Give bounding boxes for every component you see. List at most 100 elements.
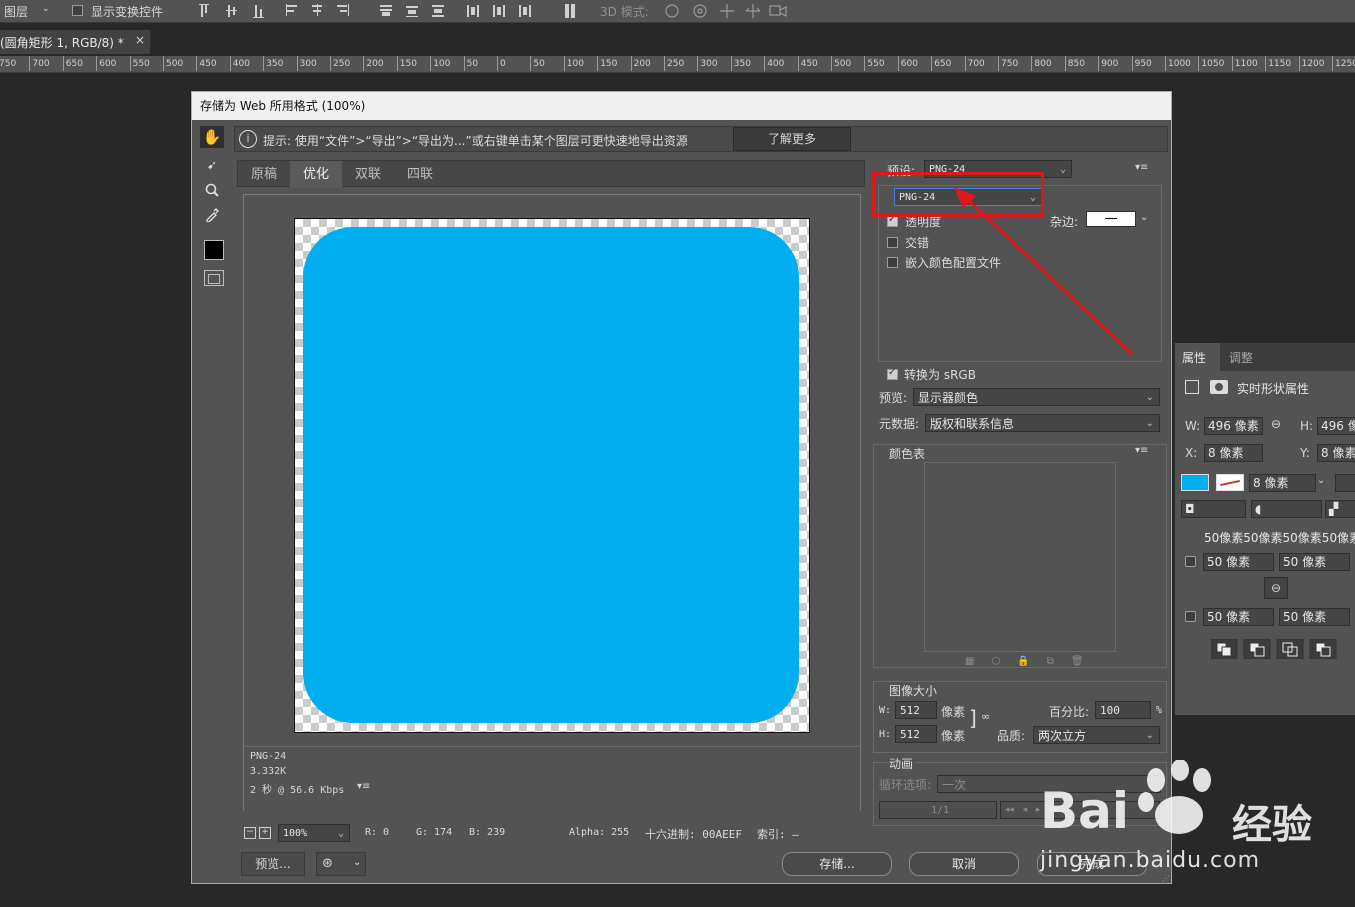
- hand-tool-icon[interactable]: ✋: [200, 126, 224, 148]
- stroke-options-button[interactable]: ▞: [1325, 500, 1355, 518]
- stroke-cap-select[interactable]: ◖: [1251, 500, 1322, 518]
- y-label: Y:: [1300, 446, 1310, 460]
- slice-select-tool-icon[interactable]: ➹: [200, 154, 224, 176]
- embed-profile-checkbox[interactable]: [887, 257, 898, 268]
- info-menu-icon[interactable]: ▾≡: [357, 781, 370, 792]
- cancel-button[interactable]: 取消: [909, 852, 1019, 876]
- ruler-tick: 250: [330, 56, 350, 71]
- ruler-tick: 850: [1064, 56, 1085, 71]
- convert-srgb-checkbox[interactable]: [887, 367, 898, 380]
- eyedropper-tool-icon[interactable]: [200, 204, 224, 226]
- quality-select[interactable]: 两次立方 ⌄: [1033, 726, 1160, 744]
- save-for-web-dialog: 存储为 Web 所用格式 (100%) ✋ ➹ i 提示: 使用“文件”>“导出…: [191, 91, 1172, 884]
- rounded-rectangle-preview: [303, 227, 799, 723]
- ruler-tick: 200: [630, 56, 651, 71]
- ruler-tick: 1200: [1298, 56, 1325, 71]
- metadata-label: 元数据:: [879, 417, 920, 431]
- preview-pane: PNG-24 3.332K 2 秒 @ 56.6 Kbps ▾≡: [243, 194, 861, 811]
- corner-bottom-right-field[interactable]: 50 像素: [1279, 608, 1350, 626]
- save-button[interactable]: 存储...: [782, 852, 892, 876]
- zoom-select[interactable]: 100% ⌄: [278, 824, 350, 842]
- w-label: W:: [1185, 419, 1201, 433]
- tab-2up[interactable]: 双联: [342, 161, 394, 188]
- ruler-tick: 550: [129, 56, 150, 71]
- mask-icon: [1210, 380, 1228, 394]
- tab-optimized[interactable]: 优化: [290, 161, 342, 188]
- constrain-link-icon[interactable]: ]: [969, 706, 977, 730]
- tab-adjust[interactable]: 调整: [1229, 349, 1253, 366]
- x-field[interactable]: 8 像素: [1204, 444, 1263, 462]
- stroke-swatch[interactable]: [1216, 474, 1244, 491]
- document-tab-title: (圆角矩形 1, RGB/8) *: [0, 36, 124, 50]
- color-preview-select[interactable]: 显示器颜色 ⌄: [913, 388, 1160, 406]
- ruler-tick: 700: [964, 56, 985, 71]
- size-height-field[interactable]: 512: [895, 725, 937, 743]
- tab-properties[interactable]: 属性: [1175, 343, 1220, 371]
- tab-4up[interactable]: 四联: [394, 161, 446, 188]
- color-table-menu-icon[interactable]: ▾≡: [1135, 445, 1148, 456]
- fill-swatch[interactable]: [1181, 474, 1209, 491]
- transparency-checkbox[interactable]: [887, 214, 898, 227]
- corner-top-right-field[interactable]: 50 像素: [1279, 553, 1350, 571]
- info-icon: i: [239, 130, 257, 148]
- learn-more-button[interactable]: 了解更多: [733, 127, 851, 151]
- browser-select[interactable]: ⊛ ⌄: [316, 852, 366, 876]
- ruler-tick: 300: [697, 56, 718, 71]
- corner-top-left-field[interactable]: 50 像素: [1203, 553, 1274, 571]
- corner-link-checkbox-top[interactable]: [1185, 556, 1196, 567]
- color-table-swatches: [924, 462, 1116, 652]
- toggle-slices-icon[interactable]: [204, 270, 224, 286]
- color-table-title: 颜色表: [887, 445, 928, 462]
- close-icon[interactable]: ×: [135, 33, 145, 47]
- document-tab[interactable]: (圆角矩形 1, RGB/8) * ×: [0, 30, 151, 54]
- preview-canvas[interactable]: [294, 218, 810, 733]
- corner-bottom-left-field[interactable]: 50 像素: [1203, 608, 1274, 626]
- ruler-tick: 800: [1031, 56, 1052, 71]
- height-field[interactable]: 496 像: [1317, 417, 1355, 435]
- zoom-tool-icon[interactable]: [200, 179, 224, 201]
- size-w-label: W:: [879, 705, 892, 716]
- zoom-out-button[interactable]: −: [244, 827, 256, 839]
- zoom-in-button[interactable]: +: [259, 827, 271, 839]
- link-icon[interactable]: ⊖: [1271, 417, 1281, 431]
- ruler-tick: 350: [263, 56, 283, 71]
- link-corners-button[interactable]: ⊖: [1264, 577, 1288, 599]
- readout-alpha: Alpha: 255: [569, 827, 630, 838]
- show-transform-checkbox[interactable]: [72, 5, 83, 16]
- stroke-line-field[interactable]: [1335, 474, 1355, 492]
- tab-original[interactable]: 原稿: [238, 161, 290, 188]
- metadata-select[interactable]: 版权和联系信息 ⌄: [925, 414, 1160, 432]
- dialog-tool-strip: ✋ ➹: [200, 126, 230, 296]
- ruler-tick: 0: [497, 56, 506, 71]
- ruler-tick: 400: [229, 56, 250, 71]
- percent-field[interactable]: 100: [1095, 701, 1151, 719]
- preview-info-bar: PNG-24 3.332K 2 秒 @ 56.6 Kbps ▾≡: [244, 746, 860, 811]
- preset-menu-icon[interactable]: ▾≡: [1135, 162, 1148, 173]
- status-row: − + 100% ⌄ R: 0 G: 174 B: 239 Alpha: 255 …: [242, 821, 867, 845]
- layer-select[interactable]: 图层 ⌄: [0, 0, 54, 22]
- size-width-field[interactable]: 512: [895, 701, 937, 719]
- stroke-align-select[interactable]: ◘: [1181, 500, 1246, 518]
- chevron-down-icon[interactable]: ⌄: [1317, 475, 1325, 486]
- ruler-tick: 300: [296, 56, 317, 71]
- color-table-actions[interactable]: ▦⬡🔒⧉🗑: [965, 656, 1115, 668]
- ruler-tick: 50: [463, 56, 478, 71]
- align-distribute-icons[interactable]: [195, 0, 585, 22]
- ruler-tick: 750: [0, 56, 16, 71]
- stroke-width-field[interactable]: 8 像素: [1249, 474, 1316, 492]
- y-field[interactable]: 8 像素: [1317, 444, 1355, 462]
- width-field[interactable]: 496 像素: [1204, 417, 1263, 435]
- info-time: 2 秒 @ 56.6 Kbps: [250, 785, 345, 796]
- interlaced-checkbox[interactable]: [887, 237, 898, 248]
- pathfinder-buttons[interactable]: [1210, 638, 1341, 660]
- ruler-tick: 1100: [1231, 56, 1258, 71]
- preview-button[interactable]: 预览...: [241, 852, 305, 876]
- ruler-tick: 500: [163, 56, 183, 71]
- 3d-mode-label: 3D 模式:: [600, 5, 649, 19]
- readout-b: B: 239: [469, 827, 506, 838]
- chevron-down-icon: ⌄: [353, 857, 362, 868]
- live-shape-title: 实时形状属性: [1237, 382, 1310, 396]
- eyedropper-color-swatch[interactable]: [204, 240, 224, 260]
- chain-icon[interactable]: ∞: [981, 710, 990, 723]
- corner-link-checkbox-bottom[interactable]: [1185, 611, 1196, 622]
